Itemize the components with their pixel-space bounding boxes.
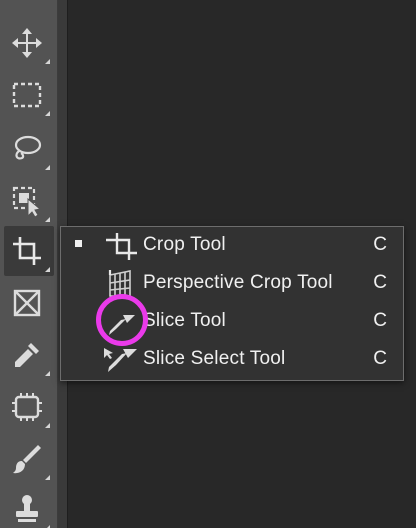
object-selection-tool-button[interactable] (4, 176, 54, 226)
more-tools-indicator (45, 217, 50, 222)
menu-item-slice-tool[interactable]: Slice Tool C (61, 303, 403, 341)
more-tools-indicator (45, 59, 50, 64)
more-tools-indicator (45, 111, 50, 116)
clone-stamp-tool-button[interactable] (4, 484, 54, 528)
more-tools-indicator (45, 371, 50, 376)
lasso-icon (14, 135, 42, 160)
move-icon (12, 28, 42, 58)
menu-item-label: Perspective Crop Tool (143, 272, 333, 293)
menu-item-label: Slice Tool (143, 310, 226, 331)
more-tools-indicator (45, 423, 50, 428)
slice-select-icon (104, 348, 137, 372)
menu-item-label: Crop Tool (143, 234, 226, 255)
slice-icon (109, 315, 135, 335)
perspective-crop-icon (108, 270, 131, 297)
menu-item-slice-select-tool[interactable]: Slice Select Tool C (61, 341, 403, 379)
tools-panel (0, 0, 58, 528)
rectangular-marquee-tool-button[interactable] (4, 70, 54, 120)
brush-tool-button[interactable] (4, 434, 54, 484)
eyedropper-tool-button[interactable] (4, 330, 54, 380)
menu-item-shortcut: C (373, 348, 387, 369)
frame-icon (13, 289, 41, 317)
crop-icon (13, 237, 41, 265)
more-tools-indicator (45, 267, 50, 272)
more-tools-indicator (45, 165, 50, 170)
brush-icon (13, 445, 41, 474)
stamp-icon (16, 495, 38, 522)
menu-item-shortcut: C (373, 272, 387, 293)
menu-item-shortcut: C (373, 234, 387, 255)
crop-icon (106, 233, 137, 260)
selected-indicator (75, 240, 82, 247)
crop-tool-button[interactable] (4, 226, 54, 276)
menu-item-label: Slice Select Tool (143, 348, 286, 369)
frame-tool-button[interactable] (4, 278, 54, 328)
marquee-icon (12, 82, 42, 108)
move-tool-button[interactable] (4, 18, 54, 68)
menu-item-shortcut: C (373, 310, 387, 331)
menu-item-perspective-crop-tool[interactable]: Perspective Crop Tool C (61, 265, 403, 303)
crop-tool-flyout-menu: Crop Tool C Perspective Crop Tool C Slic… (60, 226, 404, 381)
object-selection-icon (12, 186, 42, 217)
lasso-tool-button[interactable] (4, 124, 54, 174)
spot-healing-tool-button[interactable] (4, 382, 54, 432)
photoshop-window: Crop Tool C Perspective Crop Tool C Slic… (0, 0, 416, 528)
menu-item-crop-tool[interactable]: Crop Tool C (61, 227, 403, 265)
bandage-icon (12, 393, 42, 421)
eyedropper-icon (15, 343, 39, 367)
more-tools-indicator (45, 475, 50, 480)
